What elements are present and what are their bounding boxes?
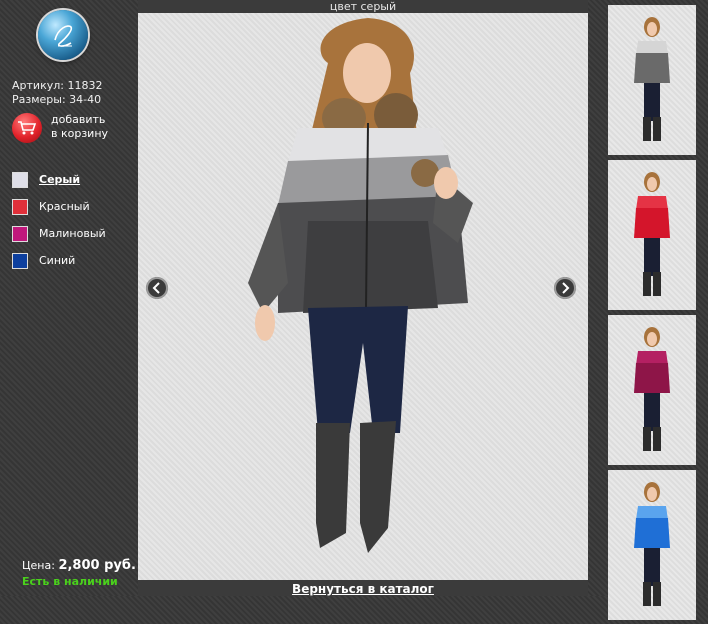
color-name[interactable]: Серый — [39, 173, 80, 186]
add-to-cart-button[interactable]: добавить в корзину — [12, 113, 132, 145]
price: Цена: 2,800 руб. — [22, 558, 136, 573]
product-thumbnail[interactable] — [608, 160, 696, 310]
thumbnail-figure — [634, 17, 670, 141]
color-name[interactable]: Красный — [39, 200, 90, 213]
add-to-cart-label[interactable]: добавить в корзину — [51, 113, 108, 141]
back-to-catalog-link[interactable]: Вернуться в каталог — [138, 580, 588, 596]
product-sidebar: Артикул: 11832 Размеры: 34-40 добавить в… — [0, 0, 138, 596]
color-swatch[interactable] — [12, 253, 28, 269]
stock-status: Есть в наличии — [22, 575, 118, 588]
cart-icon[interactable] — [12, 113, 42, 143]
product-thumbnail[interactable] — [608, 315, 696, 465]
color-caption: цвет серый — [138, 0, 588, 13]
chevron-left-icon — [152, 282, 160, 294]
prev-image-button[interactable] — [146, 277, 168, 299]
color-swatch[interactable] — [12, 172, 28, 188]
color-swatch[interactable] — [12, 199, 28, 215]
product-meta: Артикул: 11832 Размеры: 34-40 — [12, 79, 102, 107]
article-number: Артикул: 11832 — [12, 79, 103, 92]
product-thumbnail[interactable] — [608, 470, 696, 620]
product-photo — [248, 18, 473, 553]
thumbnail-strip — [588, 0, 708, 620]
next-image-button[interactable] — [554, 277, 576, 299]
cart-label-line1[interactable]: добавить — [51, 113, 108, 127]
price-label: Цена: — [22, 559, 55, 572]
price-value: 2,800 руб. — [58, 558, 136, 573]
thumbnail-figure — [634, 327, 670, 451]
price-block: Цена: 2,800 руб. Есть в наличии — [22, 558, 136, 588]
cart-label-line2[interactable]: в корзину — [51, 127, 108, 141]
color-name[interactable]: Синий — [39, 254, 75, 267]
thumbnail-figure — [634, 482, 670, 606]
size-range: Размеры: 34-40 — [12, 93, 102, 106]
product-thumbnail[interactable] — [608, 5, 696, 155]
color-swatch[interactable] — [12, 226, 28, 242]
chevron-right-icon — [562, 282, 570, 294]
logo-icon[interactable] — [38, 10, 88, 60]
color-name[interactable]: Малиновый — [39, 227, 106, 240]
thumbnail-figure — [634, 172, 670, 296]
product-viewer: цвет серый Вернуться в каталог — [138, 0, 588, 596]
